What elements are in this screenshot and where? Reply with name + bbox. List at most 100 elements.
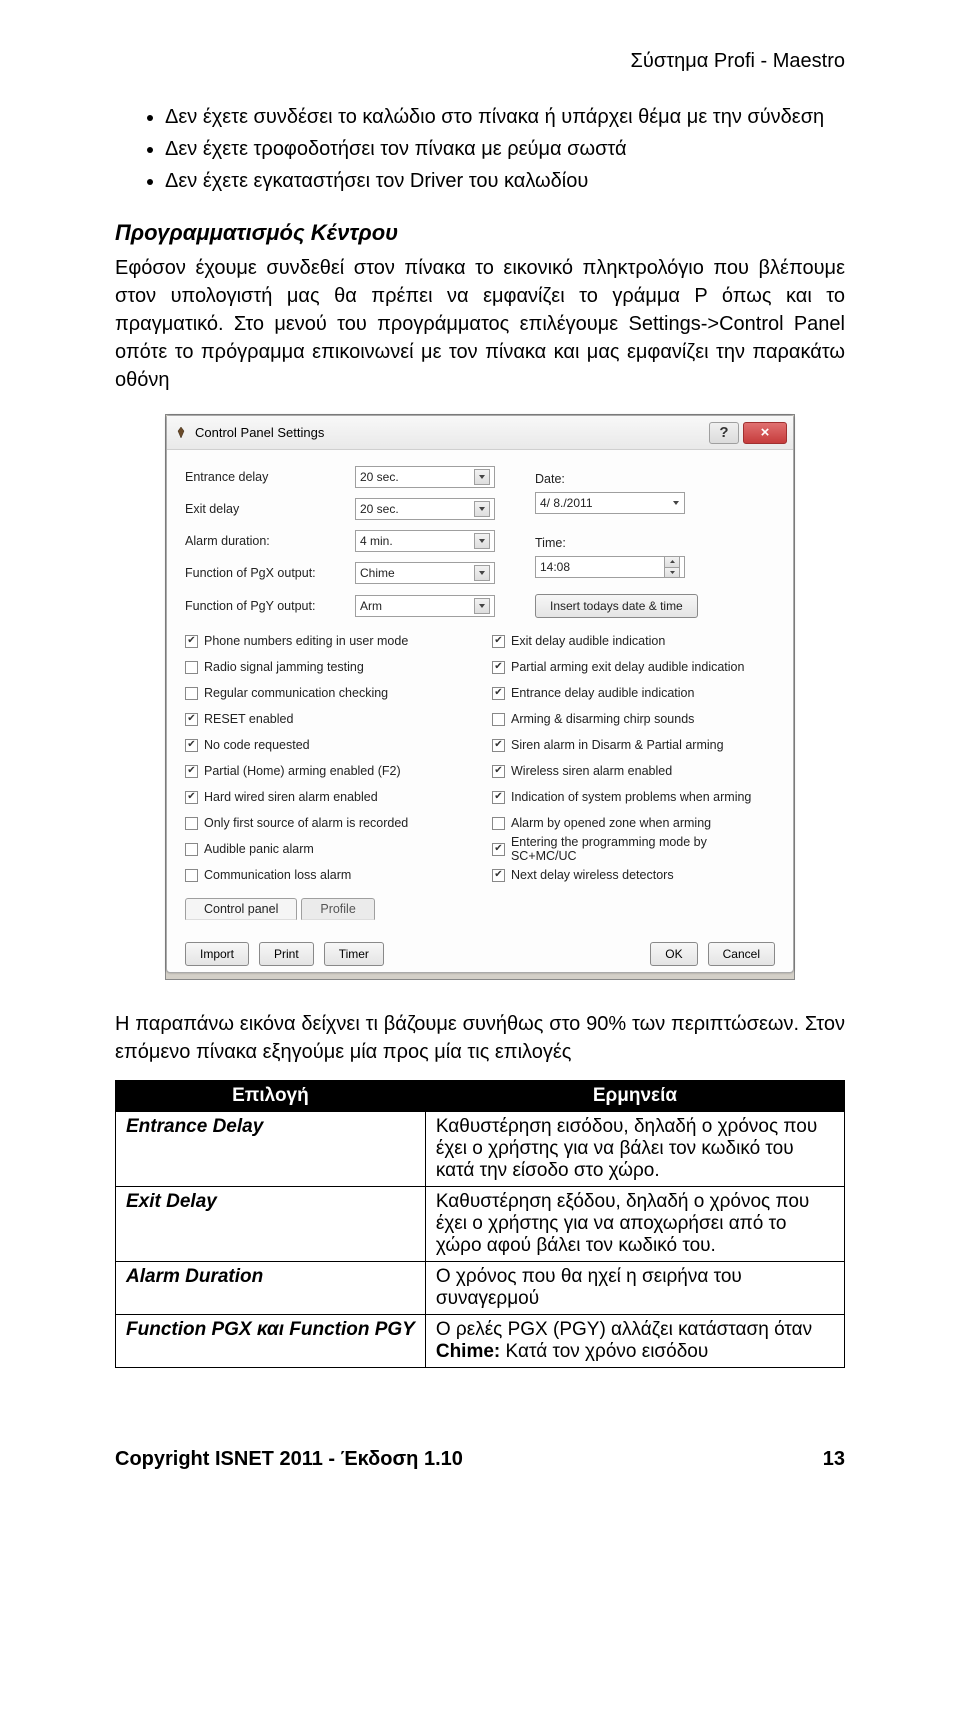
date-value: 4/ 8./2011 — [540, 496, 593, 510]
insert-date-time-button[interactable]: Insert todays date & time — [535, 594, 698, 618]
chevron-down-icon — [474, 501, 490, 517]
timer-button[interactable]: Timer — [324, 942, 384, 966]
checkbox-icon[interactable] — [492, 635, 505, 648]
pgx-combo[interactable]: Chime — [355, 562, 495, 584]
checkbox-icon[interactable] — [492, 765, 505, 778]
checkbox-label: Entrance delay audible indication — [511, 686, 694, 700]
checkbox-icon[interactable] — [185, 843, 198, 856]
checkbox-icon[interactable] — [492, 739, 505, 752]
checkbox-label: Audible panic alarm — [204, 842, 314, 856]
table-row: Function PGX και Function PGYΟ ρελές PGX… — [116, 1315, 845, 1368]
section-body: Εφόσον έχουμε συνδεθεί στον πίνακα το ει… — [115, 254, 845, 394]
time-label: Time: — [535, 536, 775, 550]
app-icon — [173, 425, 189, 441]
checkbox-icon[interactable] — [185, 869, 198, 882]
checkbox-icon[interactable] — [185, 635, 198, 648]
checkbox-icon[interactable] — [185, 739, 198, 752]
section-title: Προγραμματισμός Κέντρου — [115, 220, 845, 246]
import-button[interactable]: Import — [185, 942, 249, 966]
time-value: 14:08 — [540, 560, 570, 574]
checkbox-label: Communication loss alarm — [204, 868, 351, 882]
checkbox-icon[interactable] — [185, 791, 198, 804]
checkbox-label: No code requested — [204, 738, 310, 752]
checkbox-icon[interactable] — [185, 765, 198, 778]
page-footer: Copyright ISNET 2011 - Έκδοση 1.10 13 — [115, 1448, 845, 1471]
bullet-item: Δεν έχετε εγκαταστήσει τον Driver του κα… — [165, 167, 845, 195]
tab-control-panel[interactable]: Control panel — [185, 898, 297, 920]
checkbox-row[interactable]: Partial arming exit delay audible indica… — [492, 656, 775, 678]
checkbox-label: Entering the programming mode by SC+MC/U… — [511, 835, 775, 863]
bullet-item: Δεν έχετε συνδέσει το καλώδιο στο πίνακα… — [165, 103, 845, 131]
checkbox-row[interactable]: Entering the programming mode by SC+MC/U… — [492, 838, 775, 860]
table-cell-option: Function PGX και Function PGY — [116, 1315, 426, 1368]
checkbox-icon[interactable] — [185, 661, 198, 674]
table-head-meaning: Ερμηνεία — [425, 1081, 844, 1112]
chevron-down-icon — [672, 496, 680, 510]
dialog-title: Control Panel Settings — [195, 425, 709, 440]
page-number: 13 — [823, 1448, 845, 1471]
checkbox-row[interactable]: Phone numbers editing in user mode — [185, 630, 468, 652]
checkbox-icon[interactable] — [492, 817, 505, 830]
pgy-label: Function of PgY output: — [185, 599, 355, 613]
tab-profile[interactable]: Profile — [301, 898, 374, 920]
checkbox-row[interactable]: Arming & disarming chirp sounds — [492, 708, 775, 730]
checkbox-row[interactable]: No code requested — [185, 734, 468, 756]
table-cell-option: Entrance Delay — [116, 1112, 426, 1187]
dialog-frame: Control Panel Settings ? × Entrance dela… — [165, 414, 795, 980]
checkbox-label: Radio signal jamming testing — [204, 660, 364, 674]
checkbox-row[interactable]: Communication loss alarm — [185, 864, 468, 886]
ok-button[interactable]: OK — [650, 942, 697, 966]
checkbox-row[interactable]: Partial (Home) arming enabled (F2) — [185, 760, 468, 782]
checkbox-icon[interactable] — [492, 791, 505, 804]
cancel-button[interactable]: Cancel — [708, 942, 775, 966]
alarm-duration-combo[interactable]: 4 min. — [355, 530, 495, 552]
table-row: Entrance DelayΚαθυστέρηση εισόδου, δηλαδ… — [116, 1112, 845, 1187]
pgy-combo[interactable]: Arm — [355, 595, 495, 617]
checkbox-row[interactable]: Hard wired siren alarm enabled — [185, 786, 468, 808]
caption-text: Η παραπάνω εικόνα δείχνει τι βάζουμε συν… — [115, 1010, 845, 1066]
print-button[interactable]: Print — [259, 942, 314, 966]
checkbox-label: Exit delay audible indication — [511, 634, 665, 648]
checkbox-row[interactable]: Indication of system problems when armin… — [492, 786, 775, 808]
entrance-delay-value: 20 sec. — [360, 470, 399, 484]
exit-delay-label: Exit delay — [185, 502, 355, 516]
checkbox-row[interactable]: Audible panic alarm — [185, 838, 468, 860]
checkbox-row[interactable]: Alarm by opened zone when arming — [492, 812, 775, 834]
checkbox-label: Arming & disarming chirp sounds — [511, 712, 694, 726]
checkbox-row[interactable]: Radio signal jamming testing — [185, 656, 468, 678]
entrance-delay-combo[interactable]: 20 sec. — [355, 466, 495, 488]
date-input[interactable]: 4/ 8./2011 — [535, 492, 685, 514]
time-input[interactable]: 14:08 — [535, 556, 685, 578]
close-button[interactable]: × — [743, 422, 787, 444]
checkbox-icon[interactable] — [492, 687, 505, 700]
checkbox-icon[interactable] — [492, 661, 505, 674]
table-row: Alarm DurationΟ χρόνος που θα ηχεί η σει… — [116, 1262, 845, 1315]
checkbox-row[interactable]: Wireless siren alarm enabled — [492, 760, 775, 782]
checkbox-icon[interactable] — [492, 713, 505, 726]
checkbox-icon[interactable] — [185, 713, 198, 726]
checkbox-row[interactable]: RESET enabled — [185, 708, 468, 730]
checkbox-row[interactable]: Regular communication checking — [185, 682, 468, 704]
checkbox-icon[interactable] — [185, 817, 198, 830]
checkbox-row[interactable]: Next delay wireless detectors — [492, 864, 775, 886]
exit-delay-value: 20 sec. — [360, 502, 399, 516]
pgx-label: Function of PgX output: — [185, 566, 355, 580]
checkbox-icon[interactable] — [185, 687, 198, 700]
alarm-duration-label: Alarm duration: — [185, 534, 355, 548]
dialog-bottom-bar: Import Print Timer OK Cancel — [167, 932, 793, 972]
tabs: Control panel Profile — [185, 898, 775, 920]
exit-delay-combo[interactable]: 20 sec. — [355, 498, 495, 520]
table-cell-meaning: Ο ρελές PGX (PGY) αλλάζει κατάσταση όταν… — [425, 1315, 844, 1368]
checkbox-label: RESET enabled — [204, 712, 293, 726]
table-cell-meaning: Ο χρόνος που θα ηχεί η σειρήνα του συναγ… — [425, 1262, 844, 1315]
checkbox-label: Siren alarm in Disarm & Partial arming — [511, 738, 724, 752]
table-cell-option: Exit Delay — [116, 1187, 426, 1262]
checkbox-row[interactable]: Only first source of alarm is recorded — [185, 812, 468, 834]
help-button[interactable]: ? — [709, 422, 739, 444]
checkbox-row[interactable]: Siren alarm in Disarm & Partial arming — [492, 734, 775, 756]
checkbox-icon[interactable] — [492, 843, 505, 856]
checkbox-icon[interactable] — [492, 869, 505, 882]
checkbox-row[interactable]: Exit delay audible indication — [492, 630, 775, 652]
checkbox-row[interactable]: Entrance delay audible indication — [492, 682, 775, 704]
time-spinner[interactable] — [664, 556, 680, 578]
